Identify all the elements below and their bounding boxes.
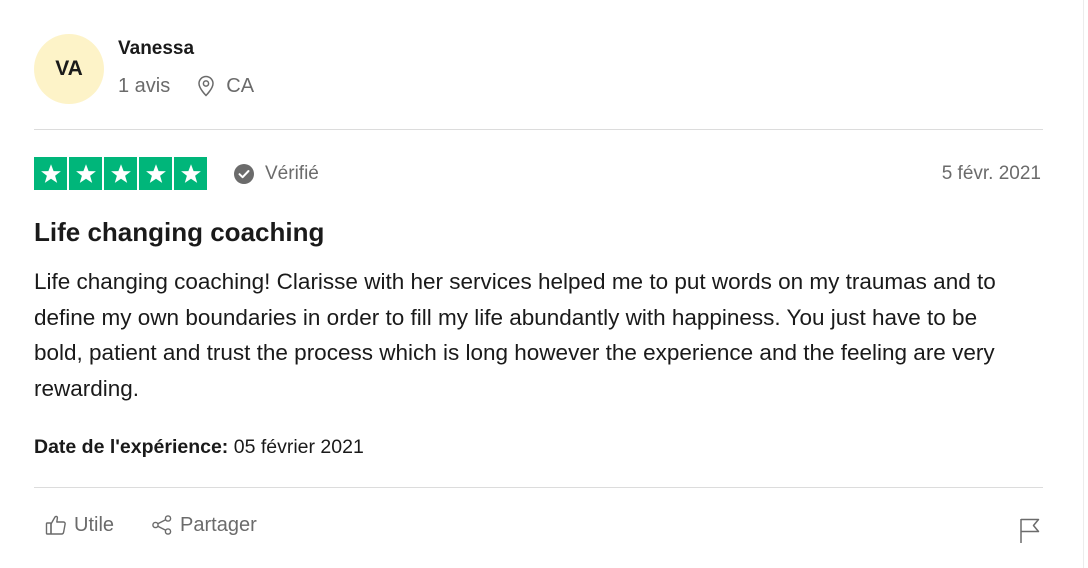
- consumer-info: Vanessa 1 avis CA: [118, 34, 254, 98]
- star-icon: [34, 157, 67, 190]
- review-card: VA Vanessa 1 avis CA Vérifié 5 févr. 202…: [0, 0, 1088, 568]
- flag-icon: [1017, 518, 1043, 548]
- star-icon: [69, 157, 102, 190]
- star-icon: [104, 157, 137, 190]
- thumbs-up-icon: [44, 513, 68, 537]
- consumer-country: CA: [226, 75, 255, 97]
- footer-divider: [34, 487, 1043, 488]
- experience-label: Date de l'expérience:: [34, 436, 229, 458]
- experience-date-row: Date de l'expérience: 05 février 2021: [34, 434, 364, 460]
- share-icon: [150, 513, 174, 537]
- consumer-meta: 1 avis CA: [118, 74, 254, 98]
- report-flag-button[interactable]: [1017, 516, 1043, 544]
- consumer-name[interactable]: Vanessa: [118, 38, 254, 60]
- card-edge: [1083, 0, 1084, 568]
- share-button[interactable]: Partager: [150, 513, 257, 537]
- review-count: 1 avis: [118, 75, 171, 97]
- review-title[interactable]: Life changing coaching: [34, 216, 324, 248]
- useful-button[interactable]: Utile: [44, 513, 114, 537]
- star-icon: [174, 157, 207, 190]
- consumer-header[interactable]: VA Vanessa 1 avis CA: [34, 34, 254, 104]
- rating-row: Vérifié 5 févr. 2021: [34, 157, 1043, 190]
- review-body: Life changing coaching! Clarisse with he…: [34, 269, 996, 401]
- share-label: Partager: [180, 513, 257, 536]
- star-rating: [34, 157, 207, 190]
- verified-label: Vérifié: [265, 162, 319, 184]
- star-icon: [139, 157, 172, 190]
- experience-date: 05 février 2021: [233, 436, 364, 458]
- review-actions: Utile Partager: [44, 513, 293, 537]
- useful-label: Utile: [74, 513, 115, 536]
- avatar[interactable]: VA: [34, 34, 104, 104]
- check-circle-icon: [233, 163, 255, 185]
- location-pin-icon: [196, 75, 216, 97]
- verified-badge[interactable]: Vérifié: [233, 163, 319, 185]
- header-divider: [34, 129, 1043, 130]
- review-date: 5 févr. 2021: [941, 162, 1041, 184]
